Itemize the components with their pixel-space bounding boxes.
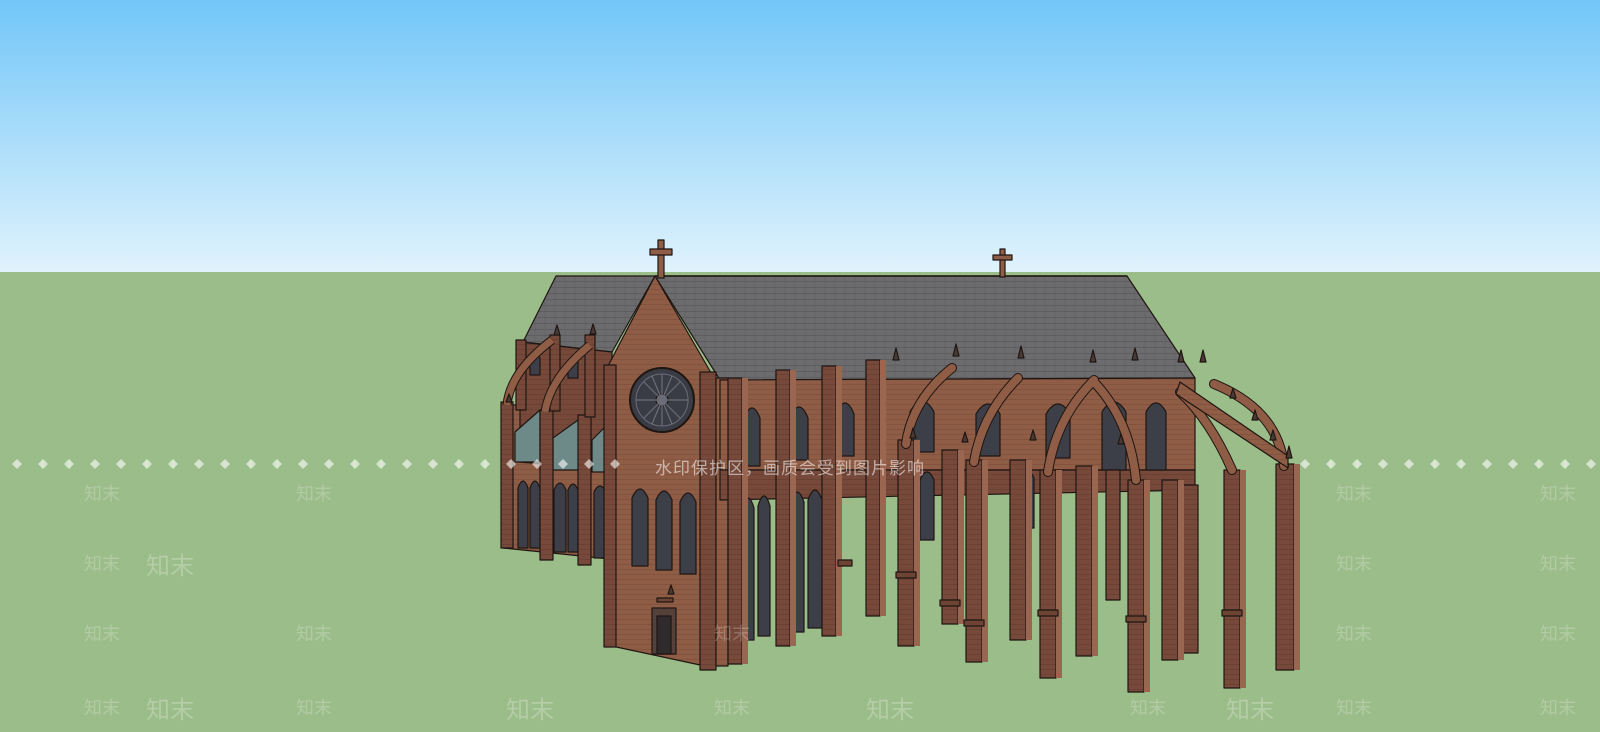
facade-windows: [631, 488, 697, 575]
nave-roof: [654, 275, 1196, 381]
sketchup-viewport[interactable]: 水印保护区，画质会受到图片影响 知末 知末 知末 知末 知末 知末 知末 知末 …: [0, 0, 1600, 732]
rose-window: [629, 367, 695, 433]
3d-scene[interactable]: [0, 0, 1600, 732]
sky: [0, 0, 1600, 272]
